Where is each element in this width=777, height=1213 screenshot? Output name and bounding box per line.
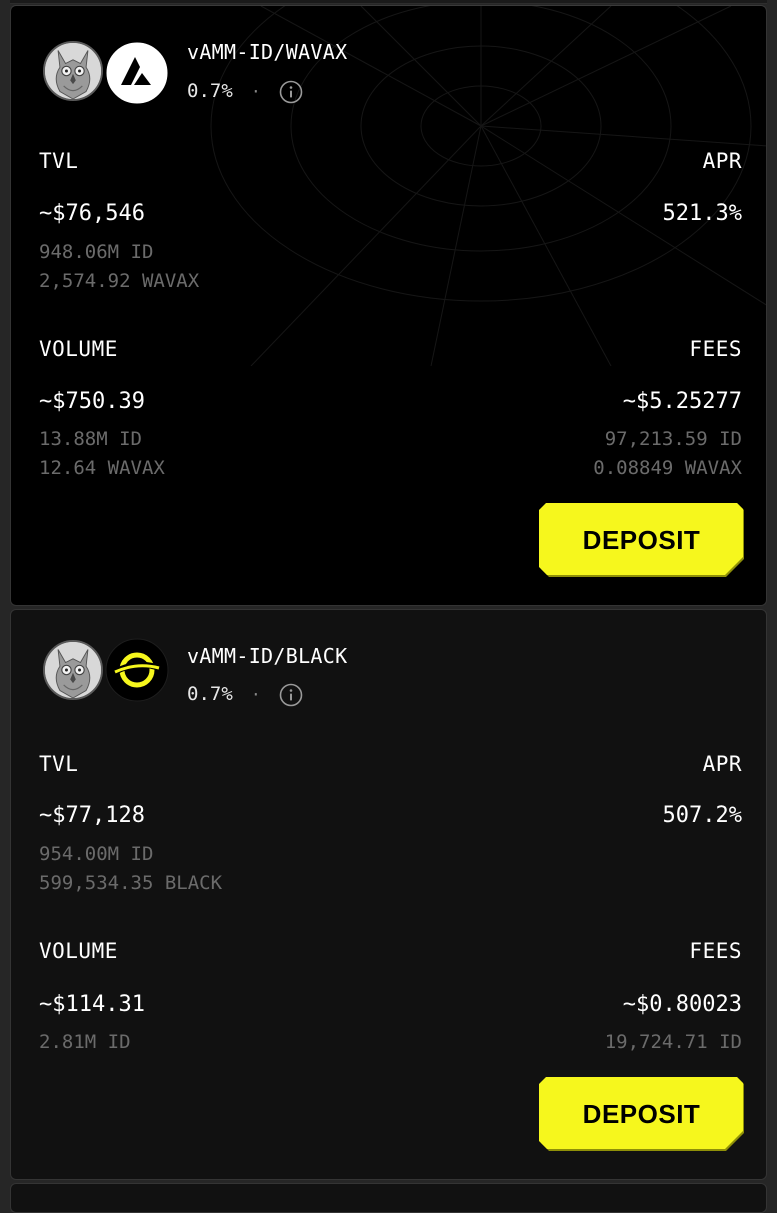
avalanche-icon xyxy=(105,41,169,105)
info-icon[interactable] xyxy=(279,80,303,104)
tvl-value: ~$76,546 xyxy=(39,201,145,226)
pair-name: vAMM-ID/BLACK xyxy=(187,644,348,668)
volume-token0-amount: 2.81M ID xyxy=(39,1031,131,1053)
volume-token1-amount: 12.64 WAVAX xyxy=(39,457,165,479)
apr-label: APR xyxy=(702,752,742,776)
tvl-token0-amount: 954.00M ID xyxy=(39,843,154,865)
tvl-token0-amount: 948.06M ID xyxy=(39,241,154,263)
fees-value: ~$0.80023 xyxy=(622,992,742,1017)
tvl-token1-amount: 2,574.92 WAVAX xyxy=(39,270,200,292)
info-icon[interactable] xyxy=(279,683,303,707)
volume-value: ~$114.31 xyxy=(39,992,145,1017)
tvl-label: TVL xyxy=(39,752,79,776)
volume-value: ~$750.39 xyxy=(39,389,145,414)
next-pool-card-edge xyxy=(10,1183,767,1213)
apr-value: 521.3% xyxy=(662,201,742,226)
fees-token1-amount: 0.08849 WAVAX xyxy=(593,457,742,479)
volume-token0-amount: 13.88M ID xyxy=(39,428,142,450)
fees-token0-amount: 19,724.71 ID xyxy=(604,1031,742,1053)
volume-label: VOLUME xyxy=(39,337,118,361)
black-token-icon xyxy=(105,638,169,702)
fees-label: FEES xyxy=(689,939,742,963)
tvl-value: ~$77,128 xyxy=(39,803,145,828)
apr-label: APR xyxy=(702,149,742,173)
fees-token0-amount: 97,213.59 ID xyxy=(604,428,742,450)
owl-token-icon xyxy=(43,41,103,101)
separator-dot: · xyxy=(251,82,261,101)
volume-label: VOLUME xyxy=(39,939,118,963)
pool-card[interactable]: vAMM-ID/WAVAX 0.7% · TVL APR ~$76,546 52… xyxy=(10,5,767,606)
previous-card-edge xyxy=(10,0,767,4)
deposit-button-label: DEPOSIT xyxy=(582,1099,701,1129)
pool-fee: 0.7% xyxy=(187,80,233,102)
fees-value: ~$5.25277 xyxy=(622,389,742,414)
pool-card[interactable]: vAMM-ID/BLACK 0.7% · TVL APR ~$77,128 50… xyxy=(10,609,767,1180)
tvl-label: TVL xyxy=(39,149,79,173)
apr-value: 507.2% xyxy=(662,803,742,828)
separator-dot: · xyxy=(251,685,261,704)
tvl-token1-amount: 599,534.35 BLACK xyxy=(39,872,223,894)
deposit-button-label: DEPOSIT xyxy=(582,525,701,555)
pool-fee: 0.7% xyxy=(187,683,233,705)
deposit-button[interactable]: DEPOSIT xyxy=(539,1077,744,1155)
owl-token-icon xyxy=(43,640,103,700)
deposit-button[interactable]: DEPOSIT xyxy=(539,503,744,581)
fees-label: FEES xyxy=(689,337,742,361)
pair-name: vAMM-ID/WAVAX xyxy=(187,40,348,64)
